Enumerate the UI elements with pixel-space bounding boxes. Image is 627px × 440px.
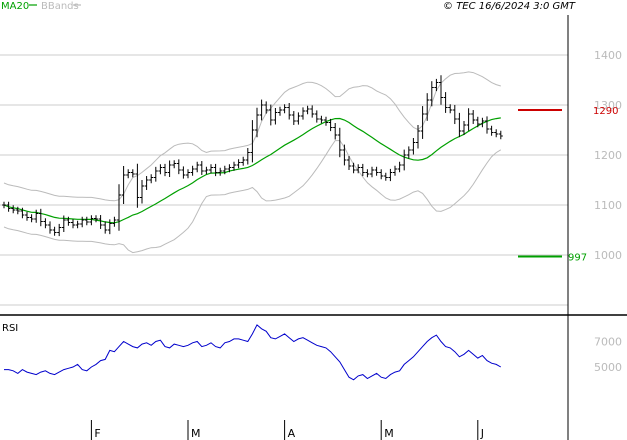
month-tick-label: A [288, 427, 296, 440]
price-tick-label: 1200 [594, 149, 622, 162]
month-tick-label: F [94, 427, 100, 440]
price-tick-label: 1400 [594, 49, 622, 62]
price-tick-label: 1000 [594, 249, 622, 262]
rsi-tick-label: 7000 [594, 336, 622, 349]
stock-chart: MA20 BBands © TEC 16/6/2024 3:0 GMT 1000… [0, 0, 627, 440]
price-tick-label: 1100 [594, 199, 622, 212]
month-tick-label: M [191, 427, 201, 440]
month-tick-label: M [384, 427, 394, 440]
copyright-label: © TEC 16/6/2024 3:0 GMT [443, 1, 576, 12]
resistance-label: 1290 [593, 106, 618, 117]
rsi-title: RSI [2, 323, 18, 334]
month-tick-label: J [480, 427, 484, 440]
support-label: 997 [568, 253, 587, 264]
rsi-tick-label: 5000 [594, 361, 622, 374]
ma20-legend-label: MA20 [1, 1, 29, 12]
bbands-legend-label: BBands [41, 1, 79, 12]
